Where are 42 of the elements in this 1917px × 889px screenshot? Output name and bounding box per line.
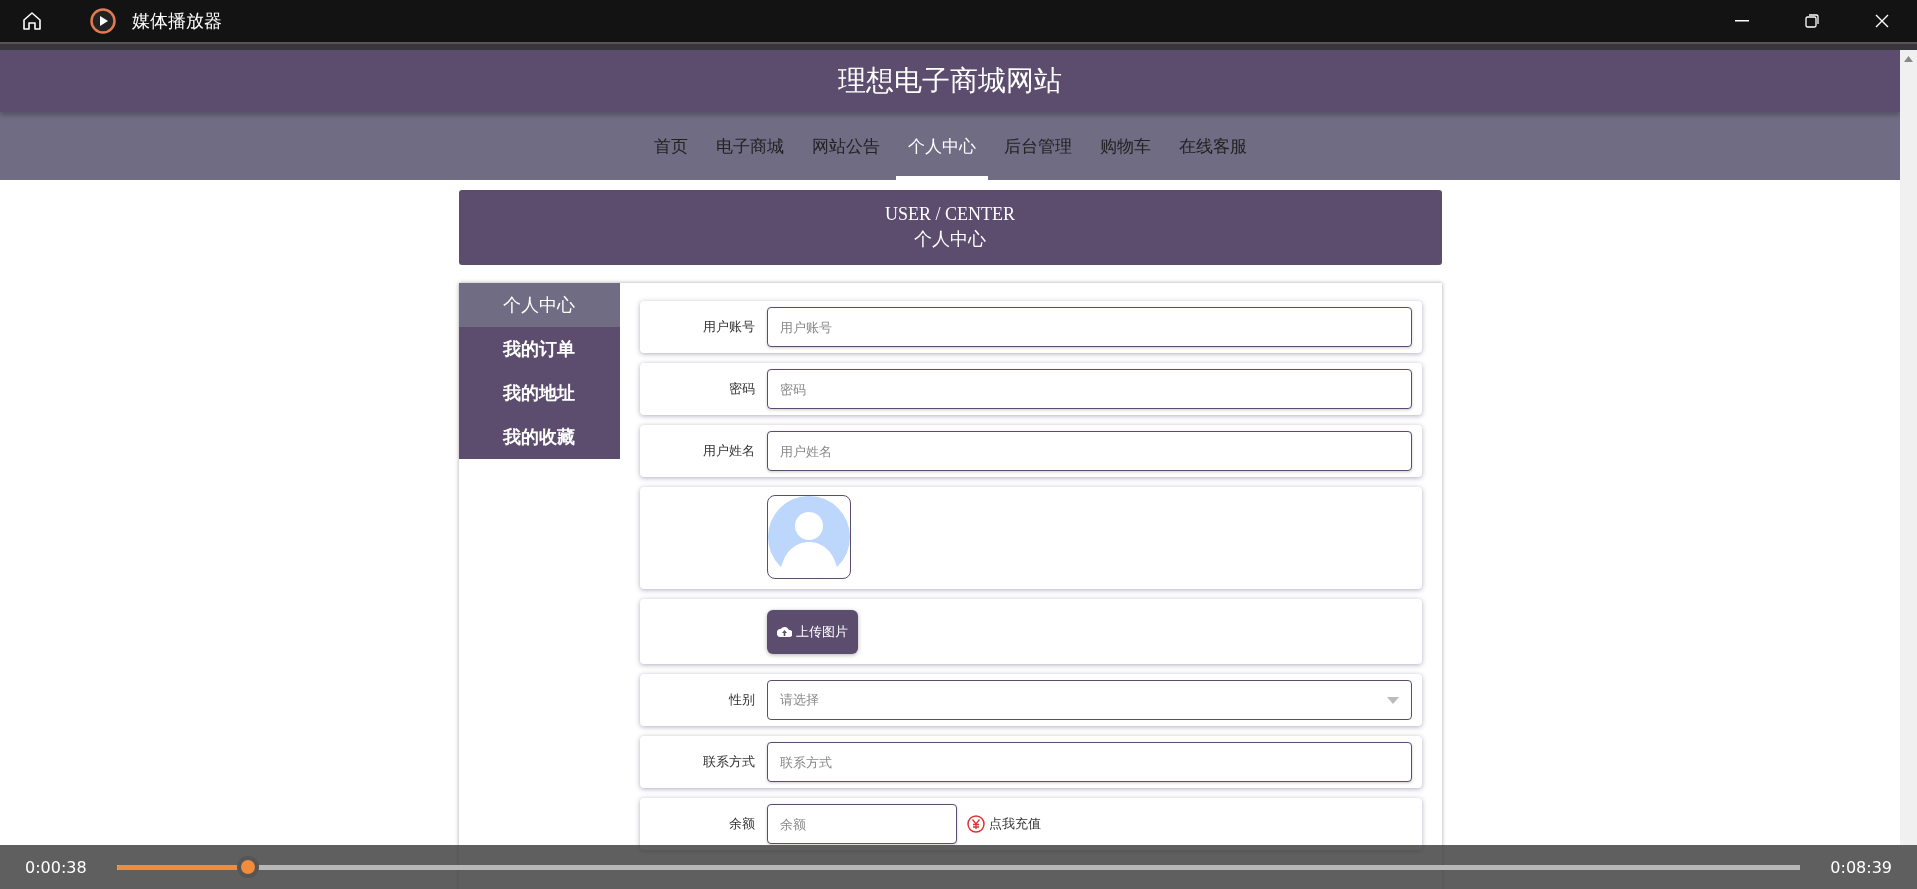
nav-tab[interactable]: 个人中心 (895, 112, 988, 180)
input-field[interactable]: 联系方式 (766, 742, 1412, 782)
input-field[interactable]: 用户账号 (766, 307, 1412, 347)
close-icon (1875, 14, 1889, 28)
nav-tab[interactable]: 购物车 (1087, 112, 1163, 180)
play-icon (90, 8, 116, 34)
scroll-up-icon[interactable] (1904, 56, 1913, 62)
field-label: 用户姓名 (701, 442, 756, 460)
restore-icon (1805, 14, 1819, 28)
banner-subtitle: 个人中心 (914, 228, 986, 251)
nav-tab[interactable]: 后台管理 (991, 112, 1084, 180)
input-field[interactable]: 密码 (766, 369, 1412, 409)
sidebar-item[interactable]: 我的订单 (458, 327, 620, 371)
sidebar-item[interactable]: 我的地址 (458, 371, 620, 415)
banner-title: USER / CENTER (885, 204, 1015, 225)
sidebar-item[interactable]: 个人中心 (458, 283, 620, 327)
sidebar-item[interactable]: 我的收藏 (458, 415, 620, 459)
nav-tab[interactable]: 电子商城 (703, 112, 796, 180)
select-field[interactable]: 请选择 (766, 680, 1412, 720)
scrollbar[interactable] (1900, 50, 1917, 845)
minimize-icon (1735, 20, 1749, 22)
input-field[interactable]: 余额 (766, 804, 957, 844)
yuan-coin-icon (966, 815, 985, 833)
field-label: 余额 (727, 815, 756, 833)
upload-button[interactable]: 上传图片 (766, 609, 858, 654)
field-label: 联系方式 (701, 753, 756, 771)
input-field[interactable]: 用户姓名 (766, 431, 1412, 471)
nav-tab[interactable]: 网站公告 (799, 112, 892, 180)
total-time: 0:08:39 (1830, 857, 1892, 877)
nav-tab[interactable]: 在线客服 (1166, 112, 1259, 180)
cloud-upload-icon (776, 626, 792, 637)
field-label: 密码 (727, 380, 756, 398)
field-label: 用户账号 (701, 318, 756, 336)
field-label: 性别 (727, 691, 756, 709)
seek-thumb[interactable] (237, 856, 259, 878)
elapsed-time: 0:00:38 (25, 857, 87, 877)
home-icon[interactable] (22, 11, 42, 31)
window-title: 媒体播放器 (132, 9, 222, 33)
site-title: 理想电子商城网站 (838, 63, 1062, 99)
caret-icon (1386, 696, 1399, 704)
nav-tab[interactable]: 首页 (641, 112, 700, 180)
recharge-link[interactable]: 点我充值 (966, 815, 1041, 833)
